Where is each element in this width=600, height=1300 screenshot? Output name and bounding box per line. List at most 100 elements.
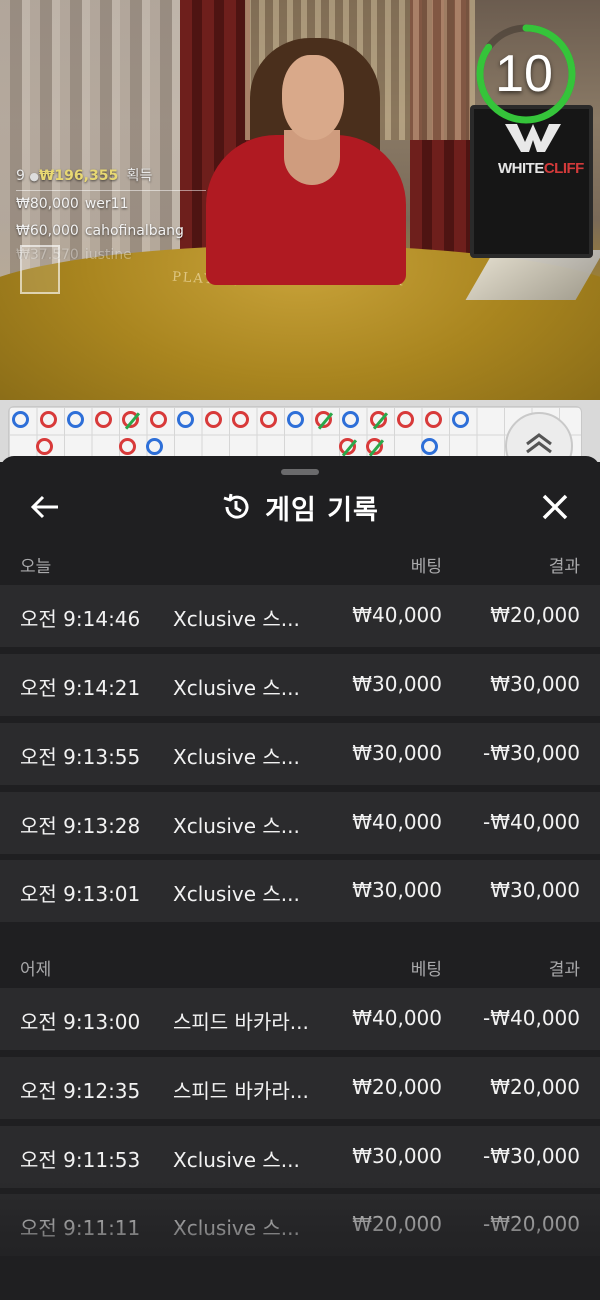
row-game: 스피드 바카라... [173, 1079, 309, 1103]
section-label: 어제 [20, 960, 52, 980]
history-clock-icon [223, 493, 249, 519]
row-time: 오전 9:11:53 [20, 1148, 141, 1172]
history-row[interactable]: 오전 9:14:21 Xclusive 스... ₩30,000 ₩30,000 [0, 654, 600, 716]
row-time: 오전 9:13:55 [20, 745, 141, 769]
history-row[interactable]: 오전 9:12:35 스피드 바카라... ₩20,000 ₩20,000 [0, 1057, 600, 1119]
bet-column-header: 베팅 [410, 557, 442, 577]
sheet-drag-handle[interactable] [281, 469, 319, 475]
result-column-header: 결과 [548, 557, 580, 577]
row-game: Xclusive 스... [173, 607, 300, 631]
road-dot [36, 438, 53, 455]
row-result: -₩30,000 [483, 741, 580, 765]
top-bet-row: ₩60,000 cahofinalbang [16, 218, 206, 245]
brand-text-right: CLIFF [543, 160, 585, 177]
row-result: -₩30,000 [483, 1144, 580, 1168]
top-bet-amount: ₩60,000 [16, 223, 79, 239]
history-row[interactable]: 오전 9:13:55 Xclusive 스... ₩30,000 -₩30,00… [0, 723, 600, 785]
bets-overlay: 9 ●₩196,355 획득 ₩80,000 wer11 ₩60,000 cahof… [16, 163, 206, 259]
row-time: 오전 9:14:21 [20, 676, 141, 700]
history-row[interactable]: 오전 9:14:46 Xclusive 스... ₩40,000 ₩20,000 [0, 585, 600, 647]
bets-total: ₩196,355 [38, 168, 119, 184]
row-bet: ₩40,000 [352, 1006, 442, 1030]
row-time: 오전 9:11:11 [20, 1216, 141, 1240]
top-bet-amount: ₩80,000 [16, 196, 79, 212]
row-time: 오전 9:12:35 [20, 1079, 141, 1103]
row-time: 오전 9:14:46 [20, 607, 141, 631]
section-header-today: 오늘 베팅 결과 [0, 543, 600, 583]
road-dot [369, 411, 387, 428]
road-dot [177, 411, 194, 428]
road-dot [338, 438, 356, 455]
road-dot [94, 411, 112, 428]
road-dot [146, 438, 163, 455]
history-row[interactable]: 오전 9:13:01 Xclusive 스... ₩30,000 ₩30,000 [0, 860, 600, 922]
bet-column-header: 베팅 [410, 960, 442, 980]
row-time: 오전 9:13:00 [20, 1010, 141, 1034]
row-bet: ₩20,000 [352, 1075, 442, 1099]
road-dot [39, 411, 57, 428]
bettor-count: 9 [16, 168, 25, 184]
top-bet-amount: ₩37,570 [16, 247, 79, 259]
road-dot [122, 411, 139, 428]
row-bet: ₩30,000 [352, 672, 442, 696]
road-dot [421, 438, 438, 455]
top-bet-name: wer11 [84, 196, 129, 212]
row-bet: ₩40,000 [352, 603, 442, 627]
road-dot [287, 411, 304, 428]
road-dot [259, 411, 277, 428]
row-game: Xclusive 스... [173, 676, 300, 700]
road-dot [452, 411, 469, 428]
history-row[interactable]: 오전 9:13:00 스피드 바카라... ₩40,000 -₩40,000 [0, 988, 600, 1050]
result-column-header: 결과 [548, 960, 580, 980]
history-row[interactable]: 오전 9:11:11 Xclusive 스... ₩20,000 -₩20,00… [0, 1194, 600, 1256]
row-result: -₩40,000 [483, 810, 580, 834]
road-dot [67, 411, 84, 428]
brand-wordmark: WHITECLIFF [498, 160, 584, 177]
row-game: Xclusive 스... [173, 1148, 300, 1172]
row-result: ₩30,000 [490, 672, 580, 696]
row-game: 스피드 바카라... [173, 1010, 309, 1034]
row-game: Xclusive 스... [173, 814, 300, 838]
row-bet: ₩30,000 [352, 1144, 442, 1168]
row-game: Xclusive 스... [173, 882, 300, 906]
road-dot [424, 411, 442, 428]
road-dot [366, 438, 383, 455]
back-arrow-icon[interactable] [28, 490, 62, 524]
brand-text-left: WHITE [498, 160, 544, 177]
row-bet: ₩40,000 [352, 810, 442, 834]
road-dot [232, 411, 249, 428]
top-bet-name: cahofinalbang [84, 223, 184, 239]
bets-summary: 9 ●₩196,355 획득 [16, 163, 206, 190]
whitecliff-logo-icon [505, 124, 561, 152]
road-dot [149, 411, 167, 428]
road-dot [397, 411, 414, 428]
road-dot [12, 411, 29, 428]
top-bet-name: justine [84, 247, 132, 259]
row-game: Xclusive 스... [173, 1216, 300, 1240]
row-time: 오전 9:13:28 [20, 814, 141, 838]
section-header-yesterday: 어제 베팅 결과 [0, 946, 600, 986]
row-game: Xclusive 스... [173, 745, 300, 769]
row-result: ₩20,000 [490, 1075, 580, 1099]
title-group: 게임 기록 [0, 484, 600, 530]
row-result: -₩20,000 [483, 1212, 580, 1236]
close-icon[interactable] [538, 490, 572, 524]
dealer-face [282, 55, 344, 140]
row-bet: ₩30,000 [352, 878, 442, 902]
section-label: 오늘 [20, 557, 52, 577]
history-row[interactable]: 오전 9:13:28 Xclusive 스... ₩40,000 -₩40,00… [0, 792, 600, 854]
road-dot [342, 411, 359, 428]
won-label: 획득 [126, 168, 153, 184]
road-dot [314, 411, 332, 428]
row-result: -₩40,000 [483, 1006, 580, 1030]
row-time: 오전 9:13:01 [20, 882, 141, 906]
person-icon: ● [29, 170, 39, 183]
road-dot [204, 411, 222, 428]
chevron-up-icon [526, 433, 552, 454]
countdown-timer: 10 [495, 45, 553, 103]
row-result: ₩30,000 [490, 878, 580, 902]
history-row[interactable]: 오전 9:11:53 Xclusive 스... ₩30,000 -₩30,00… [0, 1126, 600, 1188]
sheet-title: 게임 기록 [265, 494, 379, 526]
live-video: PLAYER BANKER WHITECLIFF 9 ●₩196,355 획득 … [0, 0, 600, 400]
sheet-header: 게임 기록 [0, 484, 600, 530]
